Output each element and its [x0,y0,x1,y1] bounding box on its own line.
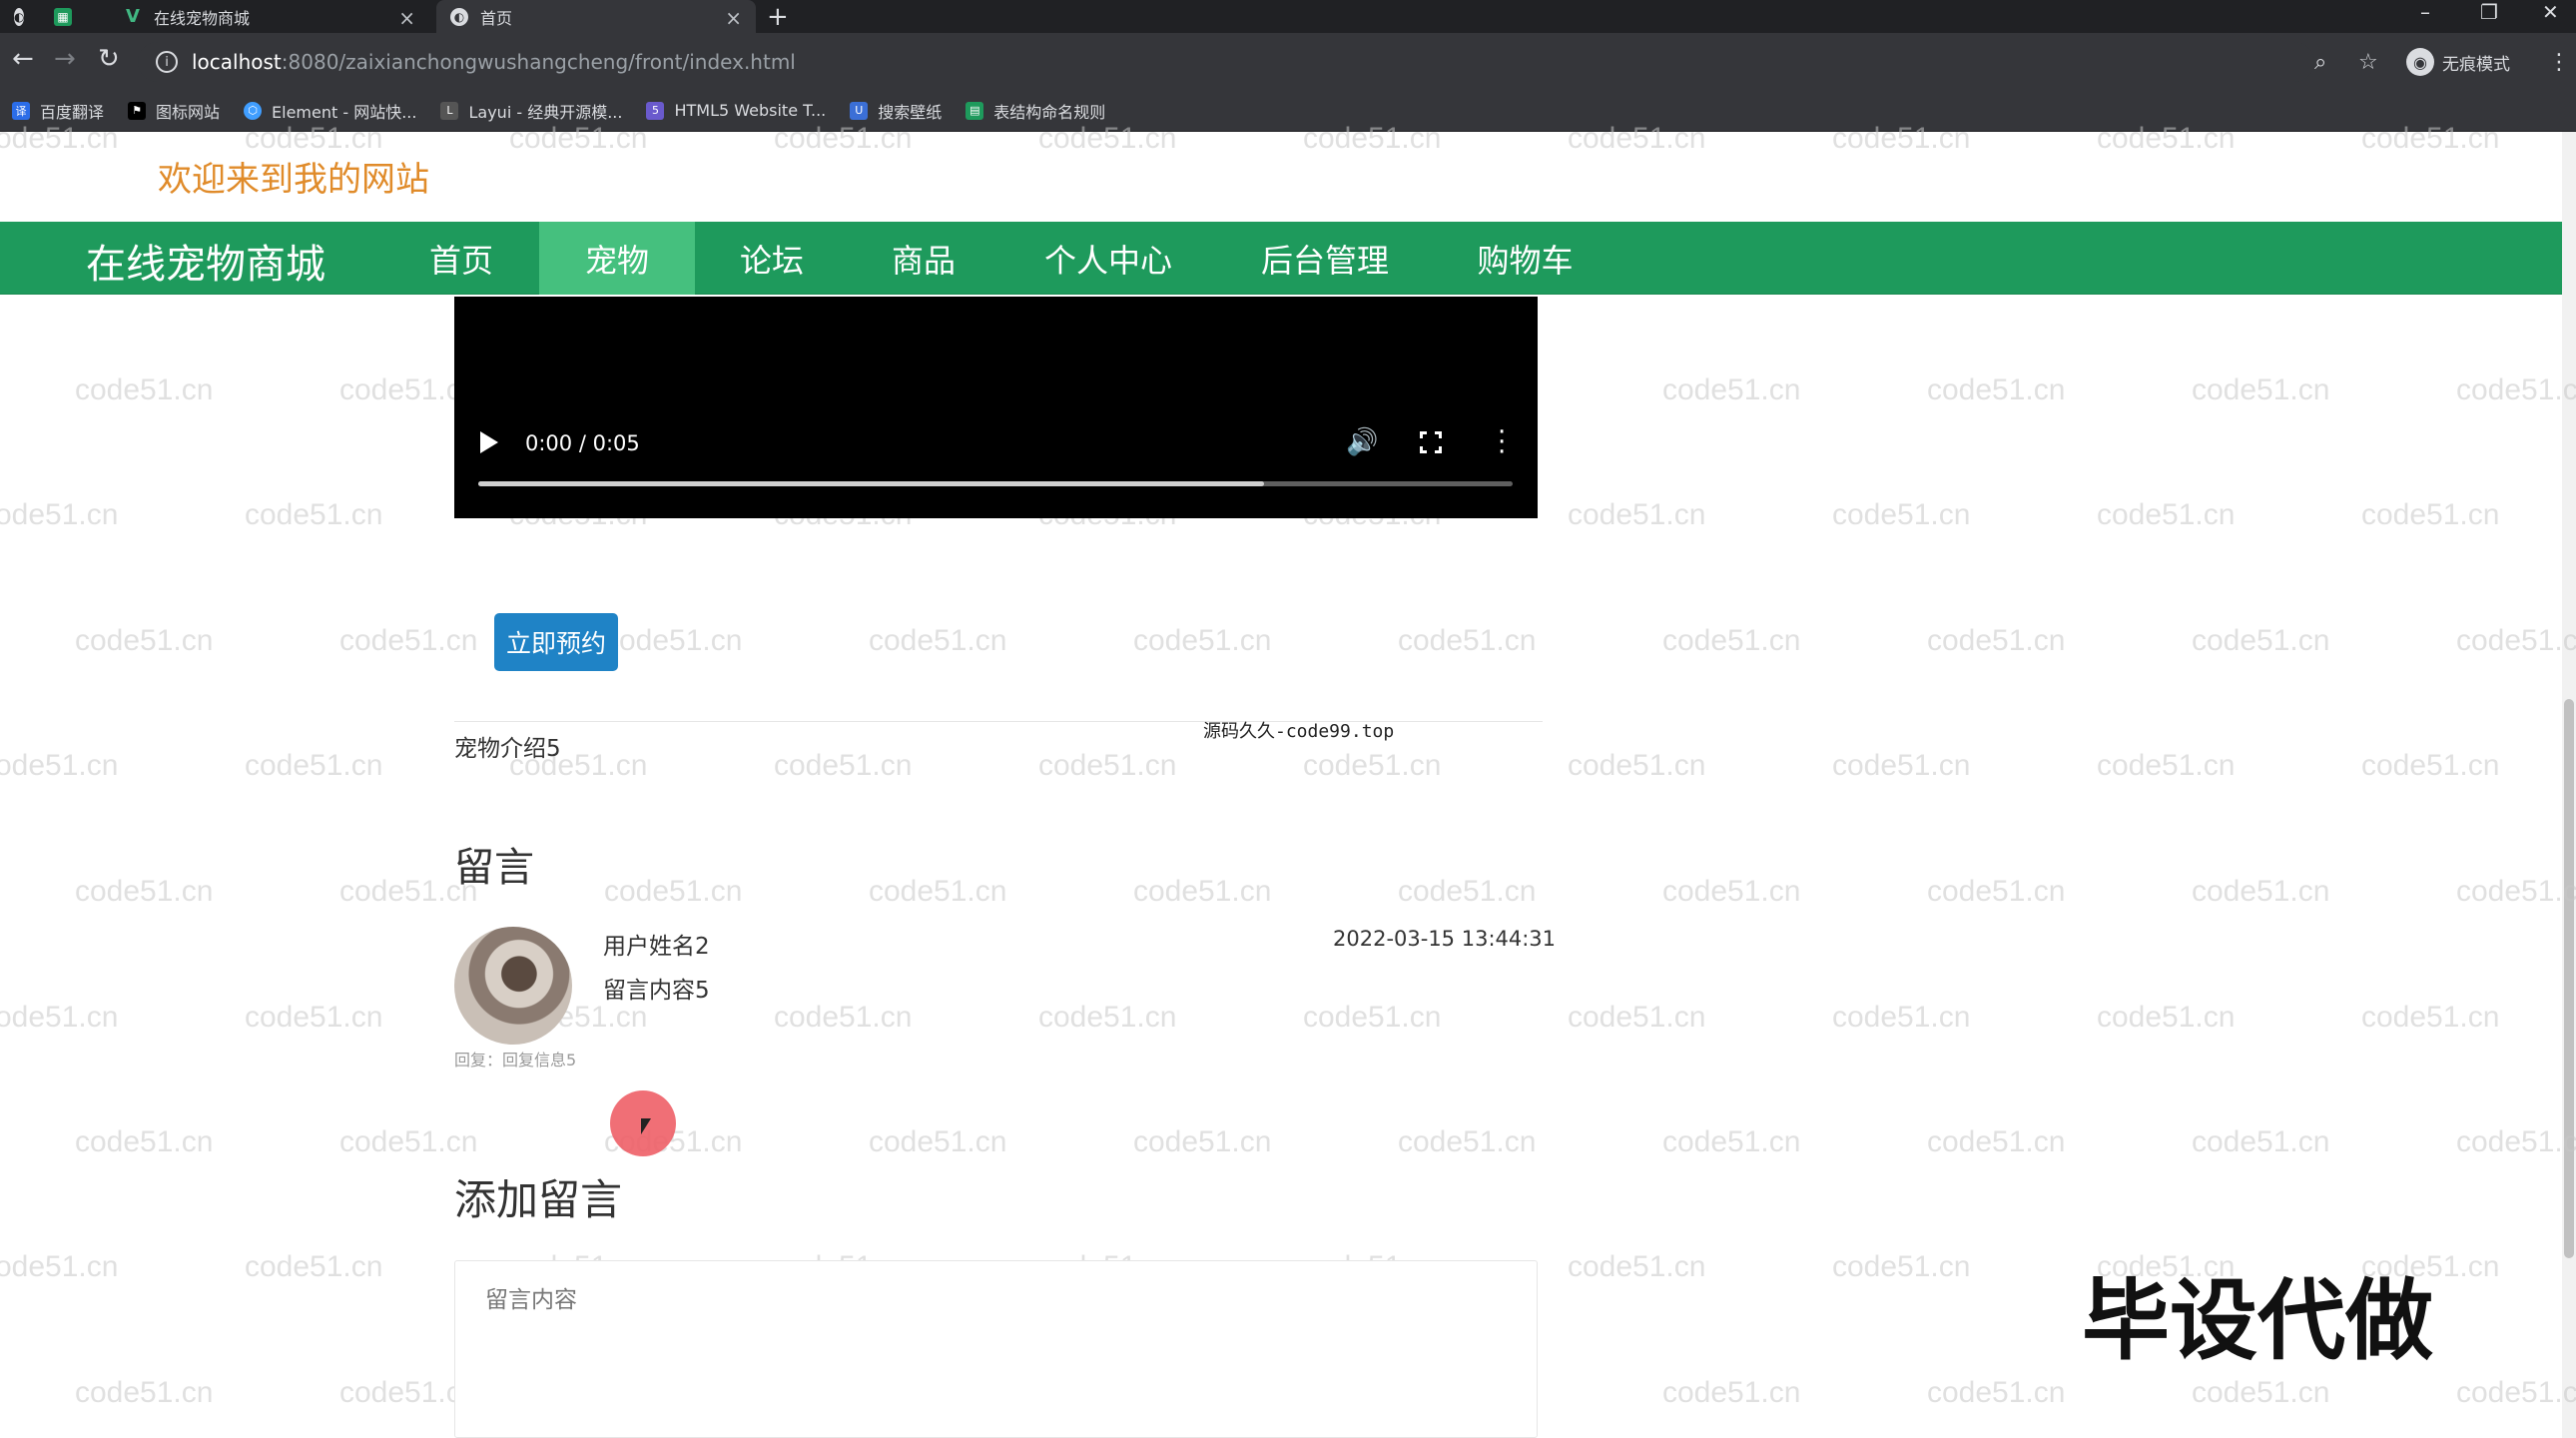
browser-tab-shop[interactable]: V 在线宠物商城 × [110,0,429,33]
avatar [454,927,572,1045]
minimize-icon[interactable]: – [2420,0,2430,24]
back-icon[interactable]: ← [12,44,34,74]
nav-cart[interactable]: 购物车 [1438,222,1612,295]
restore-icon[interactable]: ❐ [2480,0,2498,24]
url-path: :8080/zaixianchongwushangcheng/front/ind… [281,50,796,74]
nav-home[interactable]: 首页 [385,222,537,295]
flag-icon: ⚑ [128,101,147,120]
play-icon[interactable] [480,431,498,453]
comment-content: 留言内容5 [603,978,710,1004]
incognito-icon: ◉ [2406,48,2434,76]
wallpaper-icon: U [850,101,869,120]
bookmark-item[interactable]: L Layui - 经典开源模... [440,99,622,123]
bookmark-item[interactable]: 译百度翻译 [12,99,104,123]
browser-tab-pinned-2[interactable]: ▦ [40,0,110,33]
incognito-indicator[interactable]: ◉ 无痕模式 [2406,48,2510,76]
video-buffer-bar [478,481,1264,486]
bookmark-item[interactable]: ⬡ Element - 网站快... [244,99,416,123]
nav-user-center[interactable]: 个人中心 [1008,222,1208,295]
overlay-brand-text: 毕设代做 [2082,1269,2434,1372]
close-tab-icon[interactable]: × [725,6,742,30]
nav-goods[interactable]: 商品 [849,222,998,295]
url-host: localhost [192,50,282,74]
bookmark-item[interactable]: ⚑ 图标网站 [128,99,220,123]
menu-icon[interactable]: ⋮ [2548,50,2570,75]
layui-icon: L [440,101,459,120]
more-options-icon[interactable]: · · · [1498,419,1506,465]
star-icon[interactable]: ☆ [2358,50,2378,75]
address-bar[interactable]: i localhost:8080/zaixianchongwushangchen… [138,42,2314,82]
comment-timestamp: 2022-03-15 13:44:31 [1333,927,1557,951]
forward-icon[interactable]: → [54,44,76,74]
profile-label: 无痕模式 [2442,54,2510,75]
fullscreen-icon[interactable] [1420,431,1442,453]
bookmark-icon: 译 [12,101,30,120]
comments-title: 留言 [454,845,534,891]
volume-icon[interactable]: 🔊 [1346,427,1378,457]
video-time: 0:00 / 0:05 [525,431,640,455]
vue-icon: V [126,6,140,27]
close-window-icon[interactable]: ✕ [2542,0,2559,24]
new-tab-icon[interactable]: + [767,2,789,32]
bookmark-item[interactable]: 5 HTML5 Website T... [646,101,826,120]
info-icon[interactable]: i [156,51,178,73]
html5-icon: 5 [646,101,665,120]
close-tab-icon[interactable]: × [398,6,415,30]
zoom-icon[interactable]: ⌕ [2314,50,2326,75]
welcome-text: 欢迎来到我的网站 [158,160,429,200]
globe-icon: ◐ [14,7,25,26]
nav-admin[interactable]: 后台管理 [1218,222,1432,295]
scrollbar-thumb[interactable] [2564,699,2574,1258]
comment-reply: 回复：回复信息5 [454,1051,577,1070]
cursor-arrow-icon [641,1118,651,1134]
table-icon: ▤ [966,101,984,120]
add-comment-title: 添加留言 [454,1175,623,1224]
site-logo-text[interactable]: 在线宠物商城 [86,232,325,290]
reload-icon[interactable]: ↻ [98,44,120,74]
bookmark-item[interactable]: ▤ 表结构命名规则 [966,99,1105,123]
reserve-button[interactable]: 立即预约 [494,613,618,671]
comment-input[interactable] [485,1280,1514,1320]
element-icon: ⬡ [244,101,263,120]
tab-title: 首页 [480,8,513,28]
nav-forum[interactable]: 论坛 [699,222,845,295]
bookmark-item[interactable]: U 搜索壁纸 [850,99,942,123]
bookmarks-bar: 译百度翻译 ⚑ 图标网站 ⬡ Element - 网站快... L Layui - 经… [0,90,2576,132]
pet-intro-text: 宠物介绍5 [454,736,561,762]
globe-icon: ◐ [450,7,468,26]
source-note: 源码久久-code99.top [1203,721,1395,742]
comment-username: 用户姓名2 [603,934,710,960]
sheet-icon: ▦ [54,7,72,26]
browser-tab-active[interactable]: ◐ 首页 × [436,0,756,33]
nav-pets[interactable]: 宠物 [539,222,695,295]
tab-title: 在线宠物商城 [154,8,251,28]
browser-tab-pinned[interactable]: ◐ [0,0,40,33]
